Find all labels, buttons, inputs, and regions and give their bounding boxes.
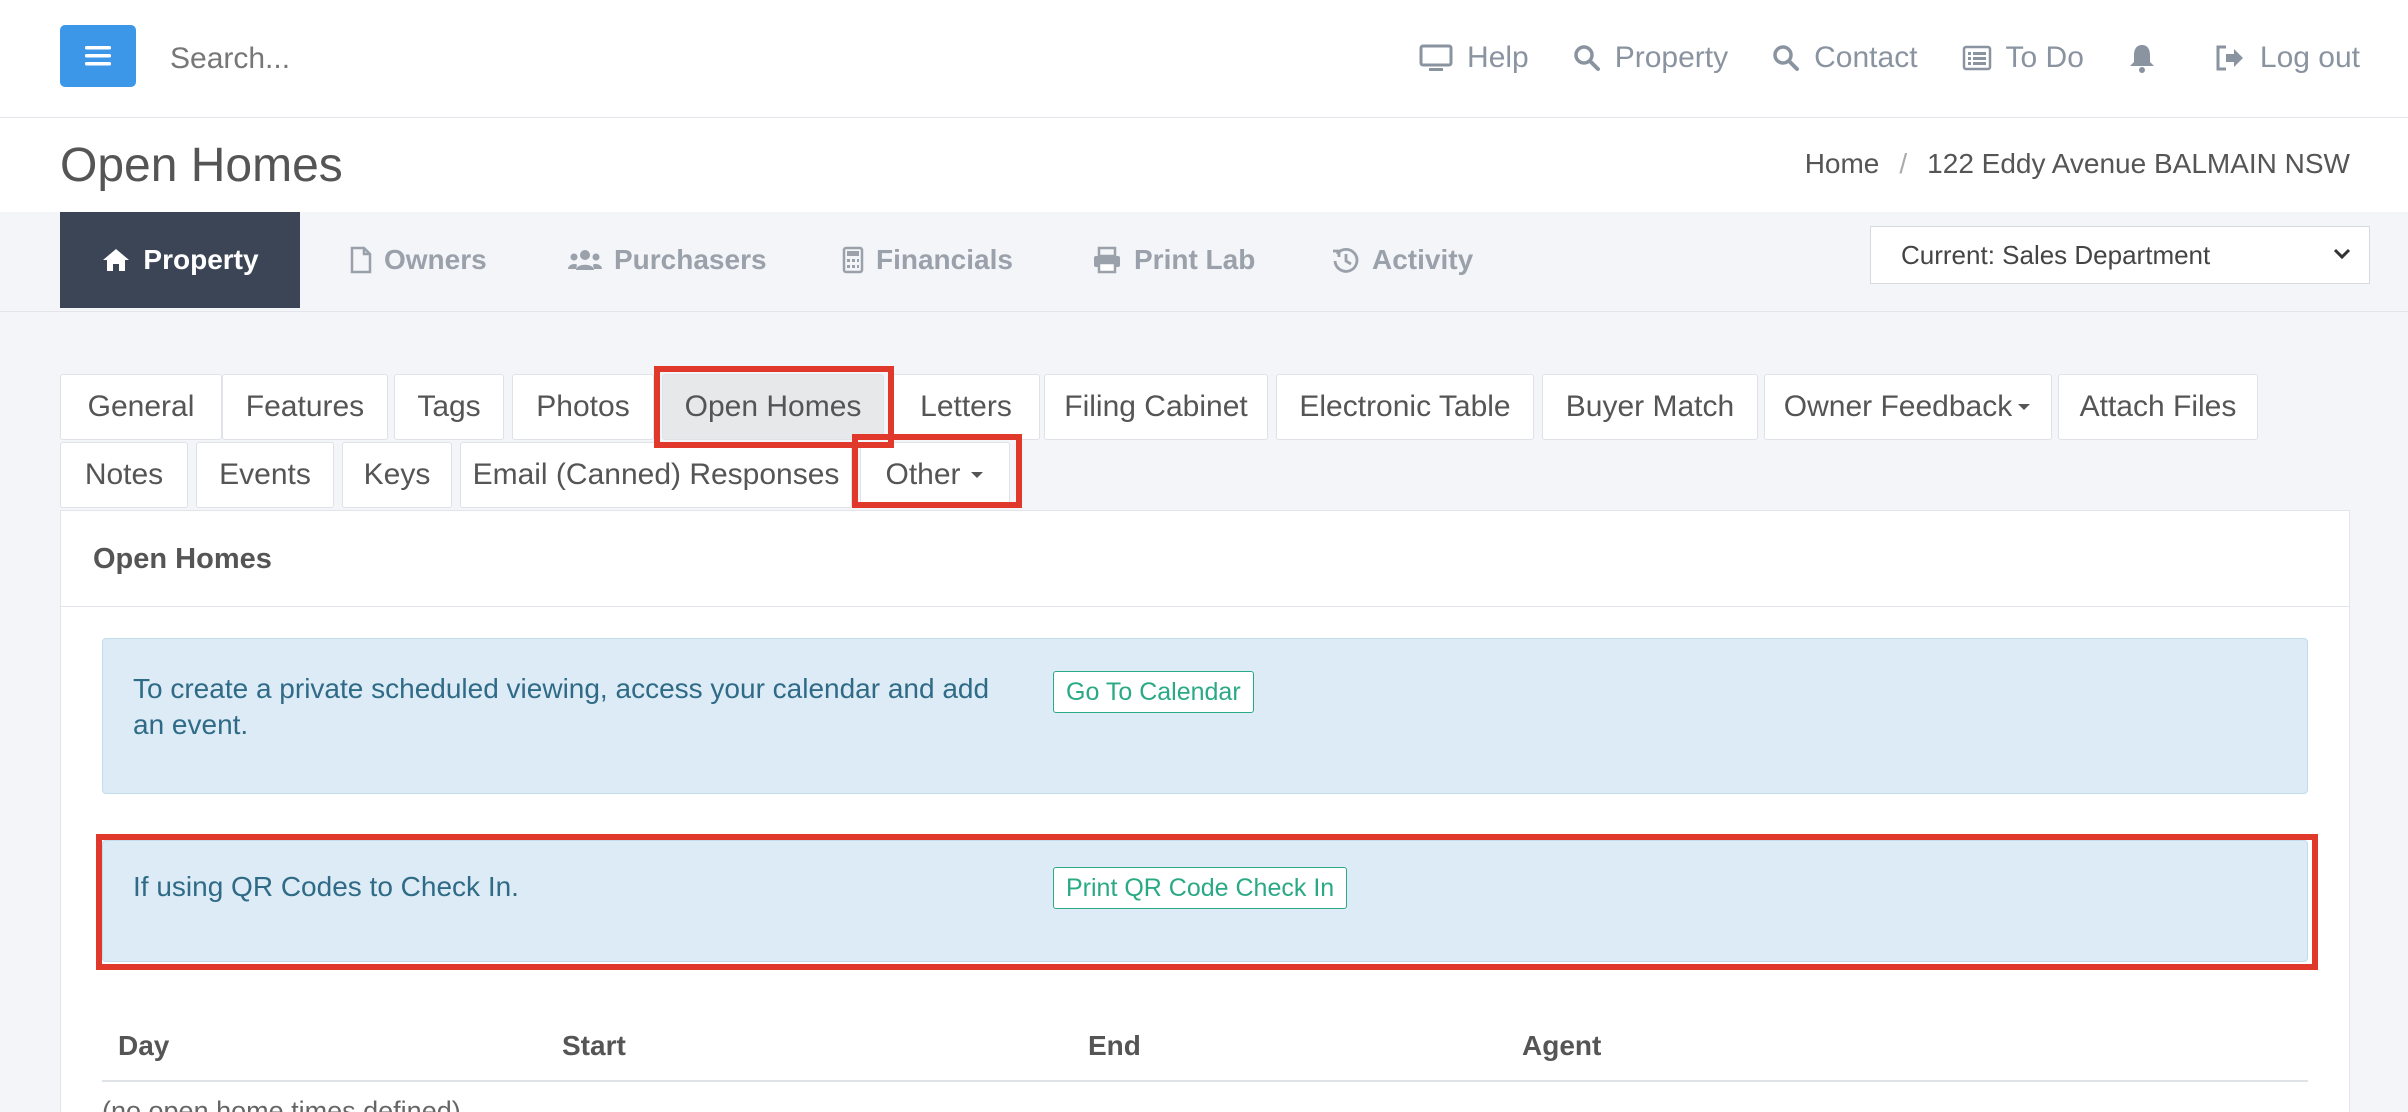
tab-activity[interactable]: Activity [1332, 212, 1473, 308]
caret-down-icon [970, 472, 983, 478]
tab-property[interactable]: Property [60, 212, 300, 308]
tab-financials[interactable]: Financials [842, 212, 1013, 308]
search-icon [1574, 45, 1600, 71]
list-icon [1962, 45, 1991, 71]
table-header-divider [102, 1080, 2308, 1082]
calculator-icon [842, 246, 864, 274]
hamburger-icon [85, 46, 111, 66]
file-icon [350, 246, 372, 274]
subtab-general[interactable]: General [60, 374, 222, 440]
subtab-open-homes[interactable]: Open Homes [662, 374, 884, 440]
tab-owners-label: Owners [384, 244, 487, 275]
page-header: Open Homes Home / 122 Eddy Avenue BALMAI… [0, 118, 2408, 212]
search-input[interactable] [170, 34, 770, 84]
help-label: Help [1467, 41, 1529, 74]
top-navigation: Help Property Contact To Do Log out [1375, 30, 2360, 86]
subtab-photos[interactable]: Photos [512, 374, 654, 440]
logout-link[interactable]: Log out [2214, 41, 2360, 75]
todo-label: To Do [2005, 41, 2084, 74]
panel-header: Open Homes [61, 511, 2349, 607]
printer-icon [1094, 246, 1120, 274]
subtab-features[interactable]: Features [222, 374, 388, 440]
column-header-end: End [1088, 1030, 1141, 1061]
subtab-keys[interactable]: Keys [342, 442, 452, 508]
tab-purchasers[interactable]: Purchasers [568, 212, 767, 308]
subtab-other-label: Other [885, 458, 961, 491]
department-select[interactable]: Current: Sales Department [1870, 226, 2370, 284]
subtab-filing-cabinet[interactable]: Filing Cabinet [1044, 374, 1268, 440]
caret-down-icon [2018, 404, 2031, 410]
column-header-day: Day [118, 1030, 170, 1061]
subtab-email-canned-responses[interactable]: Email (Canned) Responses [460, 442, 852, 508]
chevron-down-icon [2333, 248, 2351, 260]
bell-icon [2129, 45, 2154, 73]
open-homes-panel: Open Homes [60, 510, 2350, 1112]
breadcrumb-separator: / [1899, 148, 1908, 179]
contact-label: Contact [1814, 41, 1918, 74]
tab-owners[interactable]: Owners [350, 212, 487, 308]
logout-icon [2216, 45, 2243, 71]
main-tabs: Property Owners Purchasers Financials Pr… [0, 212, 2408, 312]
home-icon [103, 249, 130, 271]
search-icon [1773, 45, 1800, 71]
tab-purchasers-label: Purchasers [614, 244, 767, 275]
subtab-electronic-table[interactable]: Electronic Table [1276, 374, 1534, 440]
go-to-calendar-button[interactable]: Go To Calendar [1053, 671, 1254, 713]
top-bar: Help Property Contact To Do [0, 0, 2408, 118]
qr-code-alert-text: If using QR Codes to Check In. [133, 871, 519, 902]
todo-link[interactable]: To Do [1962, 41, 2084, 75]
page-title: Open Homes [60, 139, 343, 192]
users-icon [568, 250, 602, 270]
calendar-alert-text: To create a private scheduled viewing, a… [133, 673, 990, 740]
tab-activity-label: Activity [1372, 244, 1474, 275]
property-label: Property [1614, 41, 1729, 74]
subtab-letters[interactable]: Letters [892, 374, 1040, 440]
tab-print-lab-label: Print Lab [1134, 244, 1256, 275]
subtab-owner-feedback-label: Owner Feedback [1783, 390, 2013, 423]
calendar-alert: To create a private scheduled viewing, a… [102, 638, 2308, 794]
property-search-link[interactable]: Property [1573, 41, 1728, 75]
subtab-notes[interactable]: Notes [60, 442, 188, 508]
breadcrumb-current: 122 Eddy Avenue BALMAIN NSW [1927, 148, 2350, 179]
tab-financials-label: Financials [876, 244, 1013, 275]
subtab-buyer-match[interactable]: Buyer Match [1542, 374, 1758, 440]
breadcrumb: Home / 122 Eddy Avenue BALMAIN NSW [1805, 148, 2350, 180]
logout-label: Log out [2259, 41, 2360, 74]
column-header-agent: Agent [1522, 1030, 1602, 1061]
tab-print-lab[interactable]: Print Lab [1092, 212, 1255, 308]
panel-title: Open Homes [93, 543, 272, 575]
qr-code-alert: If using QR Codes to Check In. Print QR … [102, 840, 2308, 962]
subtab-owner-feedback[interactable]: Owner Feedback [1764, 374, 2052, 440]
notifications-button[interactable] [2128, 43, 2170, 73]
contact-search-link[interactable]: Contact [1772, 41, 1918, 75]
breadcrumb-home-link[interactable]: Home [1805, 148, 1880, 180]
department-select-value: Current: Sales Department [1901, 239, 2211, 270]
hamburger-menu-button[interactable] [60, 25, 136, 87]
print-qr-code-button[interactable]: Print QR Code Check In [1053, 867, 1348, 909]
tab-property-label: Property [143, 244, 259, 275]
monitor-icon [1419, 44, 1453, 71]
subtab-events[interactable]: Events [196, 442, 334, 508]
history-icon [1333, 247, 1359, 273]
table-empty-message: (no open home times defined) [102, 1096, 461, 1112]
help-link[interactable]: Help [1419, 41, 1529, 75]
subtab-attach-files[interactable]: Attach Files [2058, 374, 2258, 440]
column-header-start: Start [562, 1030, 626, 1061]
subtab-other[interactable]: Other [860, 442, 1010, 508]
subtab-tags[interactable]: Tags [394, 374, 504, 440]
